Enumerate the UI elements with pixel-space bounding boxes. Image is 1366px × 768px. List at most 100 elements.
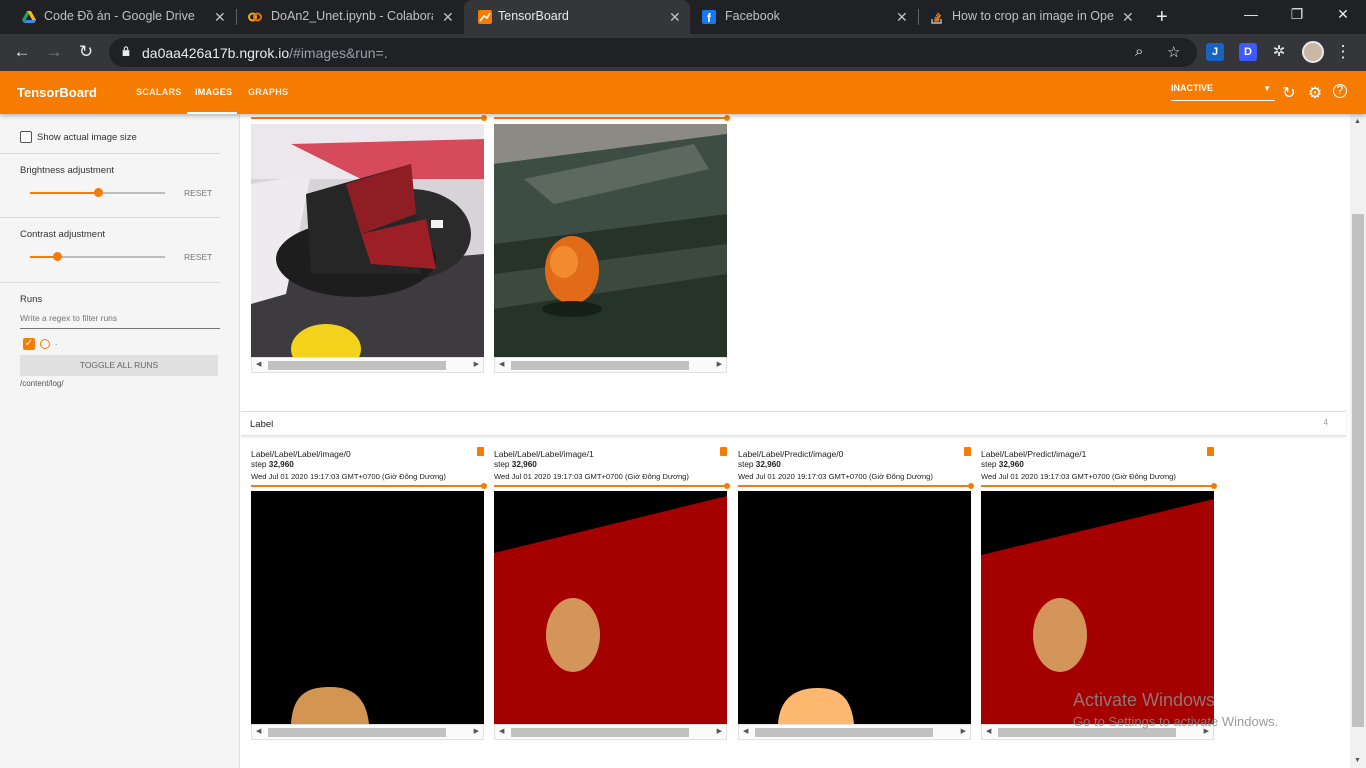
minimize-icon[interactable]: — [1236,6,1266,22]
close-tab-icon[interactable]: ✕ [442,9,454,26]
step-slider[interactable] [494,115,730,121]
browser-tab-facebook[interactable]: f Facebook ✕ [692,0,918,34]
activate-windows-subtitle: Go to Settings to activate Windows. [1073,714,1279,729]
brightness-fill [30,192,98,194]
forward-icon[interactable]: → [43,43,65,61]
images-dashboard: ◀ ▶ ◀ ▶ Label 4 Label/Label/Label/image/0 … [241,114,1350,768]
expand-icon[interactable] [720,447,727,456]
horizontal-scrollbar[interactable]: ◀ ▶ [251,357,484,373]
contrast-slider[interactable] [30,252,165,261]
card-tag-name: Label/Label/Predict/image/1 [981,449,1087,459]
horizontal-scrollbar[interactable]: ◀ ▶ [738,724,971,740]
label-section-title: Label [250,419,274,430]
brightness-knob[interactable] [93,188,103,197]
image-card: ◀ ▶ [494,114,730,374]
address-bar[interactable]: da0aa426a17b.ngrok.io/#images&run=. ⌕ ☆ [109,38,1197,67]
step-slider[interactable] [738,483,974,489]
scroll-up-icon[interactable]: ▲ [1354,118,1361,125]
brightness-slider[interactable] [30,188,165,197]
restore-icon[interactable]: ❐ [1282,6,1312,23]
browser-tab-stackoverflow[interactable]: How to crop an image in Oper ✕ [920,0,1146,34]
bookmark-star-icon[interactable]: ☆ [1167,43,1180,61]
run-name: . [55,338,58,347]
run-color-circle [40,339,50,349]
show-actual-size-label: Show actual image size [37,132,137,143]
step-slider[interactable] [981,483,1217,489]
horizontal-scrollbar[interactable]: ◀ ▶ [494,724,727,740]
expand-icon[interactable] [477,447,484,456]
colab-icon [248,12,262,22]
app-title: TensorBoard [17,85,97,100]
step-slider[interactable] [494,483,730,489]
tab-title: How to crop an image in Oper [952,9,1114,23]
show-actual-size-checkbox[interactable] [20,131,32,143]
card-tag-name: Label/Label/Label/image/1 [494,449,594,459]
tensorboard-header: TensorBoard SCALARS IMAGES GRAPHS INACTI… [0,71,1366,114]
expand-icon[interactable] [1207,447,1214,456]
horizontal-scrollbar[interactable]: ◀ ▶ [494,357,727,373]
expand-icon[interactable] [964,447,971,456]
tensorboard-icon [478,10,492,24]
tab-images[interactable]: IMAGES [195,87,232,97]
image-thumbnail [494,124,727,357]
extensions-puzzle-icon[interactable]: ✲ [1268,43,1290,61]
help-icon[interactable]: ? [1333,84,1347,98]
close-tab-icon[interactable]: ✕ [669,9,681,26]
tab-graphs[interactable]: GRAPHS [248,87,288,97]
brightness-section: Brightness adjustment RESET [0,154,220,218]
plugin-select-value: INACTIVE [1171,83,1214,93]
chevron-down-icon: ▼ [1263,84,1271,93]
close-tab-icon[interactable]: ✕ [1122,9,1134,26]
browser-tab-tensorboard[interactable]: TensorBoard ✕ [464,0,690,34]
runs-heading: Runs [20,294,43,305]
extension-j-icon[interactable]: J [1206,43,1224,61]
brightness-reset-button[interactable]: RESET [184,188,212,198]
page-scrollbar[interactable]: ▲ ▼ [1350,114,1366,768]
zoom-icon[interactable]: ⌕ [1135,43,1143,60]
sidebar: Show actual image size Brightness adjust… [0,114,240,768]
card-tag-name: Label/Label/Label/image/0 [251,449,351,459]
settings-gear-icon[interactable]: ⚙ [1306,83,1324,103]
toggle-all-runs-button[interactable]: TOGGLE ALL RUNS [20,355,218,376]
tab-title: DoAn2_Unet.ipynb - Colaborat [271,9,433,23]
extension-d-icon[interactable]: D [1239,43,1257,61]
tab-title: TensorBoard [498,9,569,23]
browser-tab-google-drive[interactable]: Code Đồ án - Google Drive ✕ [8,0,236,34]
brightness-label: Brightness adjustment [20,165,114,176]
close-tab-icon[interactable]: ✕ [896,9,908,26]
contrast-label: Contrast adjustment [20,229,106,240]
refresh-icon[interactable]: ↻ [1280,83,1298,103]
close-window-icon[interactable]: ✕ [1328,6,1358,23]
browser-tab-colab[interactable]: DoAn2_Unet.ipynb - Colaborat ✕ [236,0,462,34]
step-slider[interactable] [251,483,487,489]
runs-filter-input[interactable]: Write a regex to filter runs [20,313,220,329]
new-tab-icon[interactable]: + [1156,6,1168,29]
card-timestamp: Wed Jul 01 2020 19:17:03 GMT+0700 (Giờ Đ… [494,472,689,481]
image-thumbnail [494,491,727,724]
image-card: ◀ ▶ [251,114,487,374]
reload-icon[interactable]: ↻ [75,43,97,61]
scroll-down-icon[interactable]: ▼ [1354,757,1361,764]
image-thumbnail [251,124,484,357]
run-checkbox[interactable]: ✓ [23,338,35,350]
scrollbar-thumb[interactable] [1352,214,1364,727]
tab-scalars[interactable]: SCALARS [136,87,182,97]
activate-windows-title: Activate Windows [1073,690,1216,710]
label-section-header[interactable]: Label 4 [241,411,1346,436]
image-card: Label/Label/Label/image/1 step 32,960 We… [494,447,730,741]
profile-avatar[interactable] [1302,41,1324,63]
card-step: step 32,960 [494,460,537,469]
horizontal-scrollbar[interactable]: ◀ ▶ [251,724,484,740]
url-text: da0aa426a17b.ngrok.io/#images&run=. [142,45,388,61]
label-section-count: 4 [1323,418,1328,427]
card-timestamp: Wed Jul 01 2020 19:17:03 GMT+0700 (Giờ Đ… [981,472,1176,481]
close-tab-icon[interactable]: ✕ [214,9,226,26]
browser-menu-icon[interactable]: ⋮ [1332,43,1354,61]
contrast-reset-button[interactable]: RESET [184,252,212,262]
contrast-knob[interactable] [53,252,62,261]
card-step: step 32,960 [251,460,294,469]
step-slider[interactable] [251,115,487,121]
back-icon[interactable]: ← [11,43,33,61]
plugin-select[interactable]: INACTIVE ▼ [1171,83,1275,101]
google-drive-icon [22,11,36,23]
